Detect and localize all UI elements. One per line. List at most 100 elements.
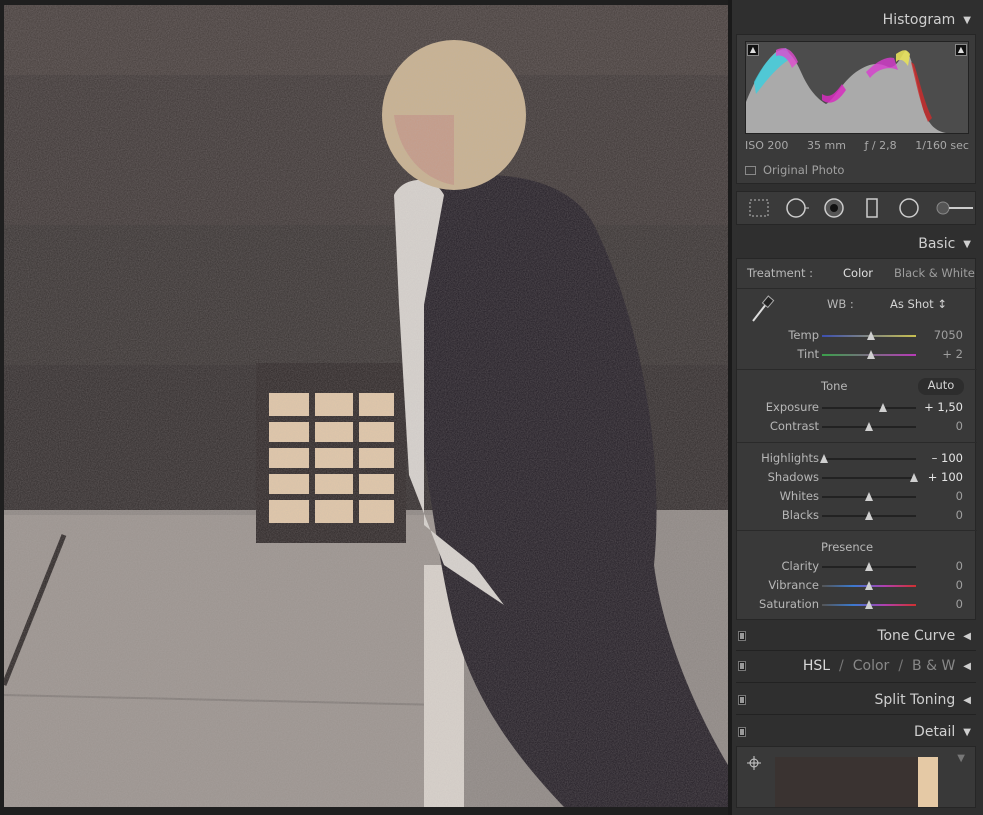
saturation-value[interactable]: 0: [956, 597, 963, 611]
whites-track[interactable]: [822, 492, 916, 501]
vibrance-value[interactable]: 0: [956, 578, 963, 592]
histogram-header[interactable]: Histogram ▼: [734, 7, 979, 33]
whites-value[interactable]: 0: [956, 489, 963, 503]
spot-removal-icon[interactable]: [785, 197, 809, 219]
exposure-label: Exposure: [765, 400, 819, 414]
saturation-slider[interactable]: Saturation 0: [737, 596, 977, 614]
shadow-clipping-icon[interactable]: ▲: [747, 44, 759, 56]
adjustment-brush-icon[interactable]: [935, 197, 975, 219]
hsl-header[interactable]: HSL / Color / B & W ◀: [734, 652, 979, 680]
tint-thumb[interactable]: [866, 350, 875, 359]
auto-tone-button[interactable]: Auto: [918, 378, 964, 395]
vibrance-thumb[interactable]: [865, 581, 873, 590]
divider: [737, 288, 977, 289]
hsl-separator: /: [839, 658, 844, 674]
saturation-track[interactable]: [822, 600, 916, 609]
treatment-bw-button[interactable]: Black & White: [894, 266, 975, 280]
shadows-slider[interactable]: Shadows + 100: [737, 469, 977, 487]
histogram-plot: [746, 48, 946, 133]
blacks-thumb[interactable]: [865, 511, 873, 520]
split-toning-switch[interactable]: [738, 695, 746, 705]
blacks-slider[interactable]: Blacks 0: [737, 507, 977, 525]
exif-focal: 35 mm: [807, 139, 846, 152]
exif-shutter: 1/160 sec: [915, 139, 969, 152]
clarity-track[interactable]: [822, 562, 916, 571]
color-tab[interactable]: Color: [853, 658, 890, 674]
saturation-label: Saturation: [759, 597, 819, 611]
detail-preview-toggle-icon[interactable]: ▼: [957, 753, 965, 764]
contrast-thumb[interactable]: [865, 422, 873, 431]
photo-canvas[interactable]: [4, 5, 728, 807]
hsl-tab[interactable]: HSL: [803, 658, 830, 674]
highlights-slider[interactable]: Highlights – 100: [737, 450, 977, 468]
radial-filter-icon[interactable]: [898, 197, 922, 219]
expand-triangle-icon: ◀: [963, 660, 971, 672]
clarity-thumb[interactable]: [865, 562, 873, 571]
highlights-track[interactable]: [819, 454, 916, 463]
contrast-track[interactable]: [822, 422, 916, 431]
tone-curve-header[interactable]: Tone Curve ◀: [734, 622, 979, 650]
tone-curve-switch[interactable]: [738, 631, 746, 641]
shadows-value[interactable]: + 100: [928, 470, 963, 484]
saturation-thumb[interactable]: [865, 600, 873, 609]
temp-value[interactable]: 7050: [934, 328, 963, 342]
highlight-clipping-icon[interactable]: ▲: [955, 44, 967, 56]
basic-panel: Treatment : Color Black & White WB : As …: [736, 258, 977, 620]
divider: [736, 650, 976, 651]
tint-track[interactable]: [822, 350, 916, 359]
whites-label: Whites: [779, 489, 819, 503]
original-photo-checkbox[interactable]: [745, 165, 756, 175]
blacks-track[interactable]: [822, 511, 916, 520]
contrast-slider[interactable]: Contrast 0: [737, 418, 977, 436]
detail-preview-highlight: [918, 757, 938, 807]
split-toning-title: Split Toning: [874, 692, 956, 708]
vibrance-track[interactable]: [822, 581, 916, 590]
blacks-value[interactable]: 0: [956, 508, 963, 522]
detail-switch[interactable]: [738, 727, 746, 737]
expand-triangle-icon: ◀: [963, 694, 971, 706]
original-photo-toggle[interactable]: Original Photo: [745, 163, 844, 177]
tone-curve-title: Tone Curve: [877, 628, 956, 644]
develop-right-panel: Histogram ▼ ▲ ▲ ISO 200 35 mm ƒ / 2,8 1/…: [732, 0, 983, 815]
histogram-graph[interactable]: ▲ ▲: [745, 41, 969, 134]
wb-select[interactable]: As Shot ↕: [890, 297, 947, 311]
exposure-slider[interactable]: Exposure + 1,50: [737, 399, 977, 417]
shadows-track[interactable]: [822, 473, 919, 482]
crop-overlay-icon[interactable]: [747, 197, 771, 219]
divider: [736, 682, 976, 683]
highlights-thumb[interactable]: [819, 454, 828, 463]
exposure-track[interactable]: [822, 403, 916, 412]
wb-eyedropper-icon[interactable]: [749, 295, 775, 329]
exposure-thumb[interactable]: [879, 403, 888, 412]
original-photo-label: Original Photo: [763, 163, 845, 177]
red-eye-icon[interactable]: [823, 197, 847, 219]
histogram-panel: ▲ ▲ ISO 200 35 mm ƒ / 2,8 1/160 sec Orig…: [736, 34, 976, 184]
whites-slider[interactable]: Whites 0: [737, 488, 977, 506]
filmstrip-edge: [0, 807, 731, 815]
basic-header[interactable]: Basic ▼: [734, 231, 979, 257]
tint-slider[interactable]: Tint + 2: [737, 346, 977, 364]
contrast-value[interactable]: 0: [956, 419, 963, 433]
tint-value[interactable]: + 2: [942, 347, 963, 361]
split-toning-header[interactable]: Split Toning ◀: [734, 686, 979, 714]
detail-preview[interactable]: [775, 757, 938, 807]
temp-track[interactable]: [822, 331, 916, 340]
bw-tab[interactable]: B & W: [912, 658, 955, 674]
exif-aperture: ƒ / 2,8: [864, 139, 897, 152]
treatment-color-button[interactable]: Color: [843, 266, 873, 280]
temp-thumb[interactable]: [866, 331, 875, 340]
graduated-filter-icon[interactable]: [860, 197, 884, 219]
exposure-value[interactable]: + 1,50: [924, 400, 963, 414]
hsl-switch[interactable]: [738, 661, 746, 671]
detail-header[interactable]: Detail ▼: [734, 718, 979, 746]
temp-slider[interactable]: Temp 7050: [737, 327, 977, 345]
vibrance-slider[interactable]: Vibrance 0: [737, 577, 977, 595]
collapse-triangle-icon: ▼: [963, 14, 971, 26]
clarity-value[interactable]: 0: [956, 559, 963, 573]
shadows-thumb[interactable]: [910, 473, 919, 482]
whites-thumb[interactable]: [865, 492, 873, 501]
divider: [737, 369, 977, 370]
target-crosshair-icon[interactable]: [747, 755, 761, 774]
clarity-slider[interactable]: Clarity 0: [737, 558, 977, 576]
highlights-value[interactable]: – 100: [932, 451, 963, 465]
